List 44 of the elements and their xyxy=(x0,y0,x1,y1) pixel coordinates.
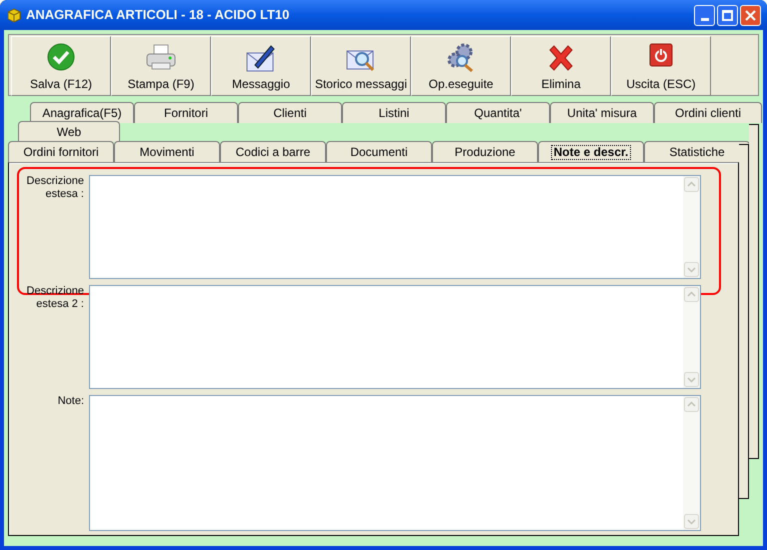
scroll-up-icon xyxy=(684,287,699,302)
tab[interactable]: Produzione xyxy=(432,141,538,162)
close-icon xyxy=(745,10,756,20)
tab[interactable]: Documenti xyxy=(326,141,432,162)
tab[interactable]: Web xyxy=(18,121,120,142)
toolbar-button[interactable]: Stampa (F9) xyxy=(111,36,211,96)
text-area[interactable] xyxy=(89,175,701,279)
minimize-icon xyxy=(700,18,708,20)
maximize-button[interactable] xyxy=(717,4,738,26)
tab[interactable]: Anagrafica(F5) xyxy=(30,102,134,123)
scroll-down-icon xyxy=(684,514,699,529)
scroll-down-icon xyxy=(684,372,699,387)
text-area[interactable] xyxy=(89,285,701,389)
printer-icon xyxy=(145,43,177,71)
field-label: Descrizione estesa : xyxy=(26,175,85,202)
close-button[interactable] xyxy=(740,4,761,26)
power-icon xyxy=(649,43,673,67)
minimize-button[interactable] xyxy=(694,4,715,26)
check-icon xyxy=(47,43,75,71)
tab[interactable]: Unita' misura xyxy=(550,102,654,123)
tab[interactable]: Fornitori xyxy=(134,102,238,123)
toolbar-button[interactable]: Op.eseguite xyxy=(411,36,511,96)
scroll-down-icon xyxy=(684,262,699,277)
tab[interactable]: Statistiche xyxy=(644,141,750,162)
box-icon xyxy=(6,7,22,23)
toolbar-button[interactable]: Salva (F12) xyxy=(11,36,111,96)
tab[interactable]: Ordini clienti xyxy=(654,102,762,123)
toolbar-button[interactable]: Uscita (ESC) xyxy=(611,36,711,96)
envelope-pen-icon xyxy=(245,43,277,73)
tab[interactable]: Listini xyxy=(342,102,446,123)
tab[interactable]: Movimenti xyxy=(114,141,220,162)
toolbar-button[interactable]: Storico messaggi xyxy=(311,36,411,96)
toolbar-button[interactable]: Messaggio xyxy=(211,36,311,96)
tab[interactable]: Quantita' xyxy=(446,102,550,123)
tab[interactable]: Ordini fornitori xyxy=(8,141,114,162)
toolbar-button[interactable]: Elimina xyxy=(511,36,611,96)
scroll-up-icon xyxy=(684,177,699,192)
field-label: Note: xyxy=(56,395,85,409)
scroll-up-icon xyxy=(684,397,699,412)
tab[interactable]: Clienti xyxy=(238,102,342,123)
tab[interactable]: Codici a barre xyxy=(220,141,326,162)
maximize-icon xyxy=(722,10,733,20)
window-title: ANAGRAFICA ARTICOLI - 18 - ACIDO LT10 xyxy=(26,6,290,24)
tab[interactable]: Note e descr. xyxy=(538,141,644,162)
